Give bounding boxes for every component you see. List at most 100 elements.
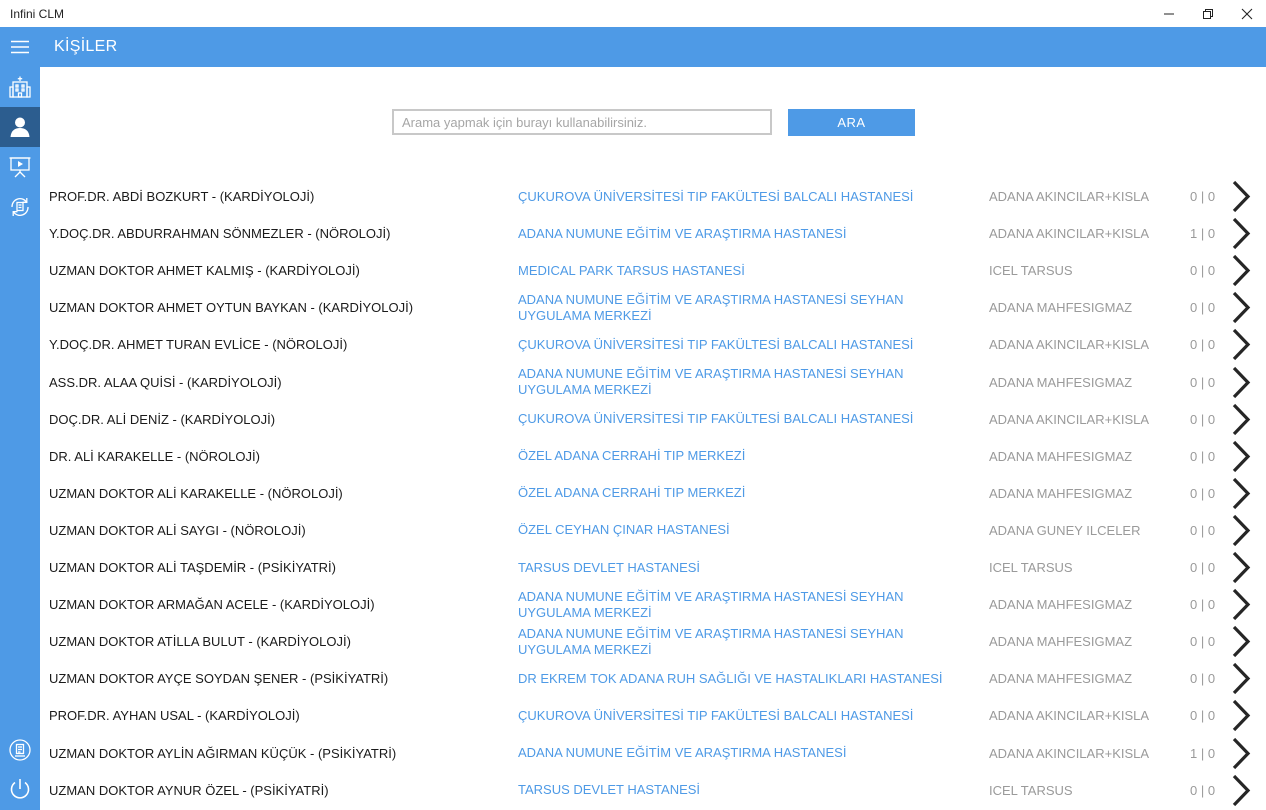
person-row[interactable]: UZMAN DOKTOR ALİ TAŞDEMİR - (PSİKİYATRİ)… — [40, 549, 1266, 586]
open-detail-button[interactable] — [1228, 179, 1254, 214]
person-name: DOÇ.DR. ALİ DENİZ - (KARDİYOLOJİ) — [49, 411, 276, 427]
person-hospital[interactable]: ADANA NUMUNE EĞİTİM VE ARAŞTIRMA HASTANE… — [518, 289, 968, 326]
person-region: ADANA MAHFESIGMAZ — [989, 300, 1133, 316]
window-titlebar: Infini CLM — [0, 0, 1266, 27]
nav-presentations[interactable] — [0, 147, 40, 187]
open-detail-button[interactable] — [1228, 439, 1254, 474]
nav-sync[interactable] — [0, 187, 40, 227]
person-hospital[interactable]: ÇUKUROVA ÜNİVERSİTESİ TIP FAKÜLTESİ BALC… — [518, 178, 968, 215]
open-detail-button[interactable] — [1228, 736, 1254, 771]
visit-count: 0 | 0 — [1190, 448, 1216, 464]
chevron-right-icon — [1232, 626, 1251, 658]
person-name: UZMAN DOKTOR ALİ SAYGI - (NÖROLOJİ) — [49, 522, 306, 538]
person-row[interactable]: ASS.DR. ALAA QUİSİ - (KARDİYOLOJİ) ADANA… — [40, 364, 1266, 401]
person-hospital[interactable]: MEDICAL PARK TARSUS HASTANESİ — [518, 252, 968, 289]
person-hospital[interactable]: ADANA NUMUNE EĞİTİM VE ARAŞTIRMA HASTANE… — [518, 215, 968, 252]
person-row[interactable]: UZMAN DOKTOR AYNUR ÖZEL - (PSİKİYATRİ) T… — [40, 772, 1266, 809]
person-icon — [10, 117, 30, 137]
person-hospital[interactable]: DR EKREM TOK ADANA RUH SAĞLIĞI VE HASTAL… — [518, 660, 968, 697]
person-hospital[interactable]: ADANA NUMUNE EĞİTİM VE ARAŞTIRMA HASTANE… — [518, 735, 968, 772]
chevron-right-icon — [1232, 514, 1251, 547]
person-hospital[interactable]: ÖZEL ADANA CERRAHİ TIP MERKEZİ — [518, 475, 968, 512]
person-name: UZMAN DOKTOR AHMET OYTUN BAYKAN - (KARDİ… — [49, 300, 414, 316]
person-row[interactable]: PROF.DR. AYHAN USAL - (KARDİYOLOJİ) ÇUKU… — [40, 697, 1266, 734]
open-detail-button[interactable] — [1228, 253, 1254, 288]
person-region: ICEL TARSUS — [989, 782, 1073, 798]
restore-button[interactable] — [1189, 0, 1227, 27]
person-region: ADANA AKINCILAR+KISLA — [989, 745, 1150, 761]
visit-count: 0 | 0 — [1190, 374, 1216, 390]
person-row[interactable]: UZMAN DOKTOR AYÇE SOYDAN ŞENER - (PSİKİY… — [40, 660, 1266, 697]
nav-documents[interactable] — [0, 730, 40, 770]
person-row[interactable]: UZMAN DOKTOR ARMAĞAN ACELE - (KARDİYOLOJ… — [40, 586, 1266, 623]
person-row[interactable]: UZMAN DOKTOR ALİ SAYGI - (NÖROLOJİ) ÖZEL… — [40, 512, 1266, 549]
person-region: ADANA MAHFESIGMAZ — [989, 448, 1133, 464]
visit-count: 1 | 0 — [1190, 745, 1216, 761]
open-detail-button[interactable] — [1228, 513, 1254, 548]
person-row[interactable]: DR. ALİ KARAKELLE - (NÖROLOJİ) ÖZEL ADAN… — [40, 438, 1266, 475]
open-detail-button[interactable] — [1228, 550, 1254, 585]
person-hospital[interactable]: ÇUKUROVA ÜNİVERSİTESİ TIP FAKÜLTESİ BALC… — [518, 697, 968, 734]
person-row[interactable]: Y.DOÇ.DR. AHMET TURAN EVLİCE - (NÖROLOJİ… — [40, 326, 1266, 363]
menu-button[interactable] — [0, 27, 40, 67]
open-detail-button[interactable] — [1228, 698, 1254, 733]
person-region: ADANA MAHFESIGMAZ — [989, 374, 1133, 390]
nav-institutions[interactable] — [0, 67, 40, 107]
person-region: ADANA MAHFESIGMAZ — [989, 671, 1133, 687]
hamburger-icon — [11, 40, 29, 54]
person-hospital[interactable]: ÖZEL CEYHAN ÇINAR HASTANESİ — [518, 512, 968, 549]
person-hospital[interactable]: TARSUS DEVLET HASTANESİ — [518, 549, 968, 586]
person-region: ADANA AKINCILAR+KISLA — [989, 226, 1150, 242]
nav-logout[interactable] — [0, 769, 40, 809]
open-detail-button[interactable] — [1228, 216, 1254, 251]
open-detail-button[interactable] — [1228, 290, 1254, 325]
app-header: KİŞİLER — [0, 27, 1266, 67]
person-hospital[interactable]: ADANA NUMUNE EĞİTİM VE ARAŞTIRMA HASTANE… — [518, 623, 968, 660]
person-row[interactable]: UZMAN DOKTOR AHMET OYTUN BAYKAN - (KARDİ… — [40, 289, 1266, 326]
person-row[interactable]: UZMAN DOKTOR AYLİN AĞIRMAN KÜÇÜK - (PSİK… — [40, 735, 1266, 772]
open-detail-button[interactable] — [1228, 661, 1254, 696]
person-name: Y.DOÇ.DR. ABDURRAHMAN SÖNMEZLER - (NÖROL… — [49, 226, 391, 242]
person-hospital[interactable]: ÇUKUROVA ÜNİVERSİTESİ TIP FAKÜLTESİ BALC… — [518, 326, 968, 363]
person-row[interactable]: DOÇ.DR. ALİ DENİZ - (KARDİYOLOJİ) ÇUKURO… — [40, 401, 1266, 438]
close-icon — [1241, 8, 1253, 19]
person-hospital[interactable]: ADANA NUMUNE EĞİTİM VE ARAŞTIRMA HASTANE… — [518, 364, 968, 401]
chevron-right-icon — [1232, 217, 1251, 250]
person-row[interactable]: UZMAN DOKTOR AHMET KALMIŞ - (KARDİYOLOJİ… — [40, 252, 1266, 289]
person-row[interactable]: UZMAN DOKTOR ATİLLA BULUT - (KARDİYOLOJİ… — [40, 623, 1266, 660]
sidebar — [0, 67, 40, 810]
person-hospital[interactable]: ÇUKUROVA ÜNİVERSİTESİ TIP FAKÜLTESİ BALC… — [518, 401, 968, 438]
visit-count: 0 | 0 — [1190, 337, 1216, 353]
person-name: PROF.DR. AYHAN USAL - (KARDİYOLOJİ) — [49, 708, 300, 724]
open-detail-button[interactable] — [1228, 327, 1254, 362]
open-detail-button[interactable] — [1228, 476, 1254, 511]
person-name: UZMAN DOKTOR ATİLLA BULUT - (KARDİYOLOJİ… — [49, 634, 351, 650]
open-detail-button[interactable] — [1228, 402, 1254, 437]
person-row[interactable]: UZMAN DOKTOR ALİ KARAKELLE - (NÖROLOJİ) … — [40, 475, 1266, 512]
chevron-right-icon — [1232, 663, 1251, 695]
person-hospital[interactable]: ÖZEL ADANA CERRAHİ TIP MERKEZİ — [518, 438, 968, 475]
open-detail-button[interactable] — [1228, 624, 1254, 659]
person-region: ADANA MAHFESIGMAZ — [989, 597, 1133, 613]
person-row[interactable]: Y.DOÇ.DR. ABDURRAHMAN SÖNMEZLER - (NÖROL… — [40, 215, 1266, 252]
open-detail-button[interactable] — [1228, 773, 1254, 808]
chevron-right-icon — [1232, 477, 1251, 509]
chevron-right-icon — [1232, 366, 1251, 398]
search-input[interactable] — [392, 109, 772, 135]
close-window-button[interactable] — [1228, 0, 1266, 27]
open-detail-button[interactable] — [1228, 365, 1254, 400]
person-hospital[interactable]: ADANA NUMUNE EĞİTİM VE ARAŞTIRMA HASTANE… — [518, 586, 968, 623]
person-row[interactable]: PROF.DR. ABDİ BOZKURT - (KARDİYOLOJİ) ÇU… — [40, 178, 1266, 215]
document-icon — [9, 739, 31, 761]
visit-count: 0 | 0 — [1190, 263, 1216, 279]
person-name: Y.DOÇ.DR. AHMET TURAN EVLİCE - (NÖROLOJİ… — [49, 337, 348, 353]
person-hospital[interactable]: TARSUS DEVLET HASTANESİ — [518, 772, 968, 809]
person-region: ADANA AKINCILAR+KISLA — [989, 411, 1150, 427]
person-region: ADANA AKINCILAR+KISLA — [989, 189, 1150, 204]
minimize-button[interactable] — [1150, 0, 1188, 27]
open-detail-button[interactable] — [1228, 587, 1254, 622]
search-button[interactable]: ARA — [788, 109, 915, 136]
power-icon — [10, 779, 30, 799]
person-name: ASS.DR. ALAA QUİSİ - (KARDİYOLOJİ) — [49, 374, 282, 390]
nav-people[interactable] — [0, 107, 40, 147]
